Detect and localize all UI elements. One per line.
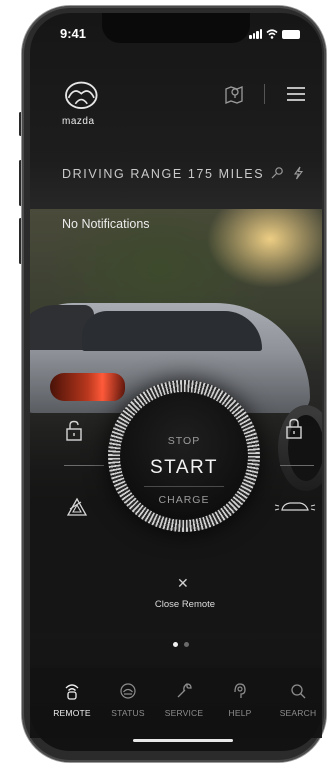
tab-service[interactable]: SERVICE — [156, 680, 212, 718]
status-icon — [120, 683, 136, 699]
page-dot[interactable] — [184, 642, 189, 647]
signal-icon — [249, 29, 262, 39]
page-dot-active[interactable] — [173, 642, 178, 647]
search-icon — [291, 684, 306, 699]
logo-icon[interactable] — [62, 80, 104, 114]
status-icons — [249, 29, 300, 39]
dial-start-label[interactable]: START — [108, 457, 260, 479]
notifications-text[interactable]: No Notifications — [62, 217, 150, 231]
tab-help[interactable]: HELP — [212, 680, 268, 718]
bolt-icon[interactable] — [292, 166, 304, 180]
car-window — [82, 311, 262, 351]
left-divider — [64, 465, 104, 466]
tab-service-label: SERVICE — [164, 708, 204, 718]
notch — [102, 13, 250, 43]
page-indicator — [173, 642, 189, 647]
car-taillight — [50, 373, 125, 401]
remote-icon — [65, 684, 79, 700]
tab-remote-label: REMOTE — [53, 708, 91, 718]
close-icon[interactable]: ✕ — [177, 575, 189, 592]
menu-icon[interactable] — [287, 87, 305, 101]
help-icon — [234, 683, 246, 698]
unlock-icon[interactable] — [64, 420, 84, 442]
header-divider — [264, 84, 265, 104]
driving-range: DRIVING RANGE 175 MILES — [62, 167, 265, 181]
dial-stop-label[interactable]: STOP — [108, 435, 260, 447]
hazard-icon[interactable] — [66, 497, 88, 517]
logo-wordmark: mazda — [62, 116, 95, 127]
close-remote-label[interactable]: Close Remote — [130, 599, 240, 610]
dial-charge-label[interactable]: CHARGE — [108, 494, 260, 506]
tab-status-label: STATUS — [111, 708, 145, 718]
car-lights-icon[interactable] — [274, 499, 316, 515]
home-indicator[interactable] — [133, 739, 233, 742]
wifi-icon — [266, 29, 278, 39]
tab-status[interactable]: STATUS — [100, 680, 156, 718]
tab-search[interactable]: SEARCH — [270, 680, 326, 718]
wrench-icon — [177, 683, 192, 698]
range-icons — [270, 166, 304, 180]
map-pin-icon[interactable] — [224, 83, 244, 105]
tab-search-label: SEARCH — [279, 708, 317, 718]
tab-remote[interactable]: REMOTE — [44, 680, 100, 718]
battery-icon — [282, 29, 300, 39]
location-icon[interactable] — [270, 166, 284, 180]
status-time: 9:41 — [60, 26, 87, 41]
dial-divider — [144, 486, 224, 487]
tab-help-label: HELP — [228, 708, 252, 718]
right-divider — [280, 465, 314, 466]
lock-icon[interactable] — [284, 418, 304, 440]
